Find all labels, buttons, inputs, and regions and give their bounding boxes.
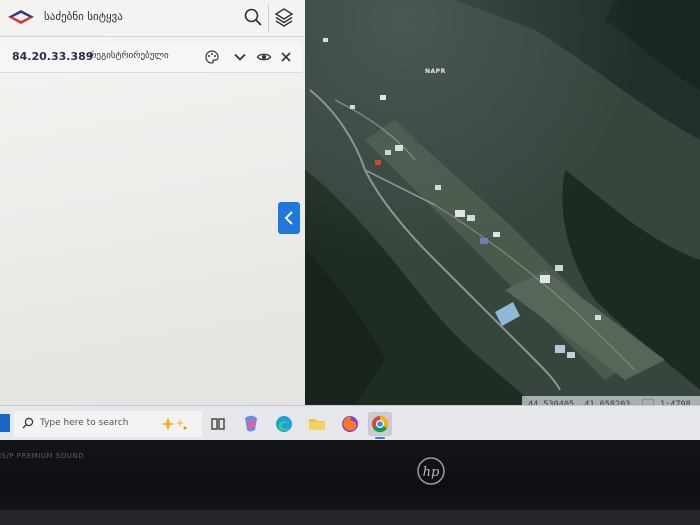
- parcel-item[interactable]: 84.20.33.389 -რეგისტრირებული: [0, 42, 302, 73]
- start-button[interactable]: [0, 414, 10, 432]
- firefox-icon[interactable]: [338, 412, 362, 436]
- file-explorer-icon[interactable]: [305, 412, 329, 436]
- screen: საძებნი სიტყვა 84.20.33.389 -რეგისტრირებ…: [0, 0, 700, 440]
- chrome-icon[interactable]: [368, 412, 392, 439]
- header-divider: [268, 4, 269, 32]
- palette-icon[interactable]: [204, 49, 220, 65]
- taskbar-search-icon: [22, 417, 34, 429]
- satellite-map[interactable]: NAPR: [305, 0, 700, 405]
- eye-icon[interactable]: [256, 49, 272, 65]
- search-header: საძებნი სიტყვა: [0, 0, 305, 37]
- search-icon[interactable]: [243, 7, 263, 27]
- svg-text:hp: hp: [423, 465, 440, 480]
- active-indicator: [375, 437, 385, 439]
- app-logo: [8, 10, 34, 24]
- collapse-panel-button[interactable]: [278, 202, 300, 234]
- side-panel: საძებნი სიტყვა 84.20.33.389 -რეგისტრირებ…: [0, 0, 305, 405]
- chevron-left-icon: [284, 211, 293, 225]
- speaker-brand-text: SIS/P PREMIUM SOUND: [0, 452, 84, 460]
- copilot-icon[interactable]: [239, 412, 263, 436]
- map-label: NAPR: [425, 68, 446, 75]
- hp-logo-icon: hp: [417, 457, 445, 485]
- layers-icon[interactable]: [274, 7, 294, 27]
- windows-taskbar: Type here to search: [0, 405, 700, 440]
- laptop-bezel: SIS/P PREMIUM SOUND hp: [0, 440, 700, 525]
- laptop-bottom-edge: [0, 510, 700, 525]
- parcel-code: 84.20.33.389: [12, 50, 94, 63]
- search-input[interactable]: საძებნი სიტყვა: [44, 10, 123, 23]
- close-icon[interactable]: [278, 49, 294, 65]
- taskbar-search-placeholder: Type here to search: [40, 418, 129, 428]
- copilot-sparkle-icon[interactable]: [154, 414, 194, 434]
- map-imagery: [305, 0, 700, 405]
- chevron-down-icon[interactable]: [232, 49, 248, 65]
- edge-icon[interactable]: [272, 412, 296, 436]
- task-view-icon[interactable]: [206, 412, 230, 436]
- parcel-status: -რეგისტრირებული: [86, 51, 169, 61]
- taskbar-search[interactable]: Type here to search: [14, 411, 202, 437]
